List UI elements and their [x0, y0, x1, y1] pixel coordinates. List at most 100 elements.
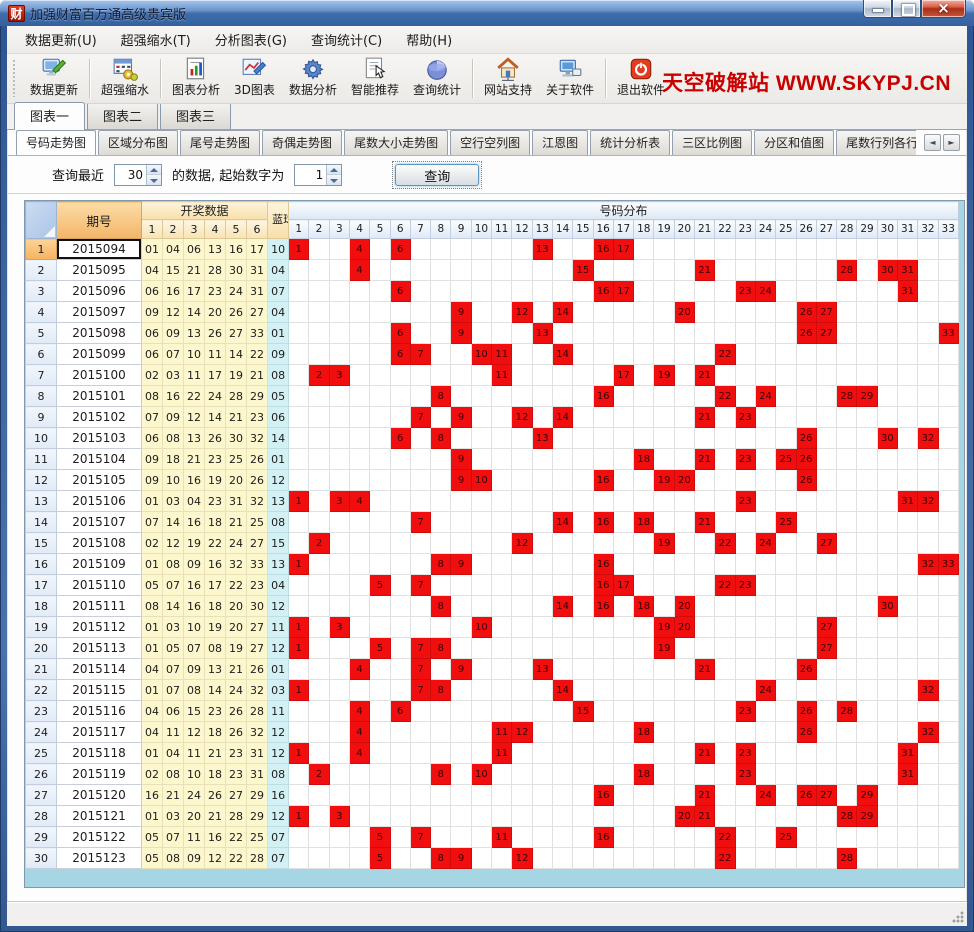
draw-number-cell[interactable]: 07: [163, 659, 184, 680]
row-number-cell[interactable]: 17: [26, 575, 57, 596]
dist-cell[interactable]: [390, 848, 410, 869]
draw-number-cell[interactable]: 14: [184, 302, 205, 323]
draw-number-cell[interactable]: 21: [205, 806, 226, 827]
dist-cell[interactable]: [918, 701, 938, 722]
dist-cell-hit[interactable]: 30: [877, 428, 897, 449]
draw-number-cell[interactable]: 26: [205, 785, 226, 806]
dist-cell[interactable]: [471, 323, 491, 344]
dist-cell[interactable]: [613, 764, 633, 785]
dist-cell-hit[interactable]: 9: [451, 470, 471, 491]
dist-cell[interactable]: [410, 281, 430, 302]
blue-ball-cell[interactable]: 06: [268, 407, 289, 428]
blue-ball-cell[interactable]: 07: [268, 848, 289, 869]
dist-cell[interactable]: [877, 344, 897, 365]
dist-cell[interactable]: [857, 512, 877, 533]
dist-cell[interactable]: [857, 449, 877, 470]
draw-number-cell[interactable]: 32: [247, 680, 268, 701]
dist-cell[interactable]: [918, 806, 938, 827]
dist-cell[interactable]: [796, 554, 816, 575]
dist-cell[interactable]: [390, 407, 410, 428]
dist-cell[interactable]: [776, 596, 796, 617]
dist-cell-hit[interactable]: 4: [349, 722, 369, 743]
dist-cell[interactable]: [593, 491, 613, 512]
dist-cell[interactable]: [289, 659, 309, 680]
draw-number-cell[interactable]: 32: [226, 554, 247, 575]
dist-cell-hit[interactable]: 29: [857, 386, 877, 407]
dist-cell[interactable]: [512, 806, 532, 827]
dist-cell[interactable]: [512, 680, 532, 701]
dist-cell[interactable]: [410, 386, 430, 407]
period-cell[interactable]: 2015098: [57, 323, 142, 344]
dist-cell[interactable]: [857, 260, 877, 281]
dist-cell[interactable]: [674, 281, 694, 302]
dist-cell[interactable]: [552, 764, 572, 785]
dist-cell[interactable]: [532, 407, 552, 428]
dist-cell-hit[interactable]: 22: [715, 533, 735, 554]
dist-cell[interactable]: [816, 722, 836, 743]
dist-cell[interactable]: [877, 806, 897, 827]
dist-cell[interactable]: [796, 848, 816, 869]
blue-ball-cell[interactable]: 12: [268, 806, 289, 827]
dist-cell[interactable]: [329, 239, 349, 260]
draw-number-cell[interactable]: 29: [247, 785, 268, 806]
dist-cell[interactable]: [735, 533, 755, 554]
dist-cell[interactable]: [552, 386, 572, 407]
dist-cell[interactable]: [289, 302, 309, 323]
dist-cell[interactable]: [309, 848, 329, 869]
dist-cell[interactable]: [816, 386, 836, 407]
draw-number-cell[interactable]: 31: [247, 764, 268, 785]
spinner-down-icon[interactable]: [327, 175, 341, 185]
dist-cell-hit[interactable]: 30: [877, 596, 897, 617]
draw-number-cell[interactable]: 16: [205, 554, 226, 575]
dist-cell[interactable]: [289, 260, 309, 281]
dist-cell[interactable]: [593, 722, 613, 743]
dist-cell[interactable]: [938, 281, 958, 302]
dist-cell[interactable]: [573, 407, 593, 428]
dist-cell[interactable]: [492, 386, 512, 407]
dist-cell[interactable]: [857, 302, 877, 323]
draw-number-cell[interactable]: 17: [205, 575, 226, 596]
dist-cell[interactable]: [329, 743, 349, 764]
dist-cell[interactable]: [309, 449, 329, 470]
tab-scroll-left-icon[interactable]: ◄: [924, 134, 941, 151]
draw-number-cell[interactable]: 18: [205, 722, 226, 743]
dist-cell[interactable]: [938, 533, 958, 554]
dist-cell[interactable]: [938, 785, 958, 806]
dist-cell[interactable]: [816, 449, 836, 470]
dist-cell[interactable]: [451, 743, 471, 764]
dist-cell[interactable]: [613, 596, 633, 617]
dist-cell[interactable]: [552, 575, 572, 596]
row-number-cell[interactable]: 30: [26, 848, 57, 869]
dist-cell[interactable]: [634, 806, 654, 827]
row-number-cell[interactable]: 21: [26, 659, 57, 680]
dist-cell[interactable]: [654, 764, 674, 785]
dist-cell[interactable]: [512, 323, 532, 344]
dist-cell[interactable]: [918, 659, 938, 680]
draw-number-cell[interactable]: 25: [226, 449, 247, 470]
dist-cell[interactable]: [349, 596, 369, 617]
dist-cell[interactable]: [512, 785, 532, 806]
dist-cell[interactable]: [471, 554, 491, 575]
period-cell[interactable]: 2015108: [57, 533, 142, 554]
draw-number-cell[interactable]: 13: [205, 239, 226, 260]
tb-smart-recommend[interactable]: 智能推荐: [344, 54, 406, 103]
dist-cell[interactable]: [552, 260, 572, 281]
dist-cell-hit[interactable]: 1: [289, 617, 309, 638]
dist-cell[interactable]: [634, 617, 654, 638]
dist-cell[interactable]: [816, 806, 836, 827]
dist-cell[interactable]: [654, 806, 674, 827]
dist-cell[interactable]: [532, 281, 552, 302]
dist-cell[interactable]: [654, 785, 674, 806]
dist-cell[interactable]: [309, 680, 329, 701]
dist-cell[interactable]: [695, 722, 715, 743]
dist-cell[interactable]: [918, 365, 938, 386]
draw-number-cell[interactable]: 28: [247, 701, 268, 722]
dist-cell[interactable]: [776, 281, 796, 302]
dist-cell[interactable]: [451, 701, 471, 722]
dist-cell[interactable]: [938, 596, 958, 617]
dist-cell[interactable]: [877, 407, 897, 428]
dist-cell[interactable]: [410, 302, 430, 323]
dist-cell[interactable]: [532, 722, 552, 743]
dist-cell[interactable]: [349, 302, 369, 323]
dist-cell-hit[interactable]: 26: [796, 428, 816, 449]
